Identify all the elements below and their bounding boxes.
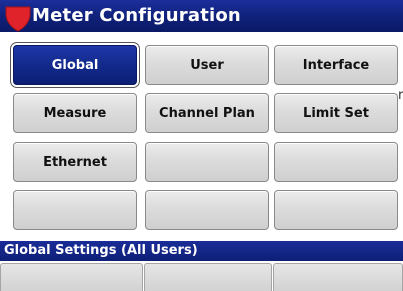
window-title: Meter Configuration [32,5,241,26]
limit-set-button[interactable]: Limit Set [274,93,398,133]
user-button[interactable]: User [145,45,269,85]
title-bar: Meter Configuration [0,0,403,32]
status-text: Global Settings (All Users) [4,243,198,258]
empty-button[interactable] [145,142,269,182]
empty-button[interactable] [13,190,137,230]
status-bar: Global Settings (All Users) [0,241,403,261]
softkey-1[interactable] [0,263,143,291]
ethernet-button[interactable]: Ethernet [13,142,137,182]
global-button[interactable]: Global [13,45,137,85]
interface-button[interactable]: Interface [274,45,398,85]
edge-text: r [398,88,403,103]
softkey-3[interactable] [273,263,403,291]
softkey-bar [0,261,403,291]
shield-icon [5,6,31,32]
measure-button[interactable]: Measure [13,93,137,133]
empty-button[interactable] [274,142,398,182]
empty-button[interactable] [274,190,398,230]
softkey-2[interactable] [144,263,272,291]
channel-plan-button[interactable]: Channel Plan [145,93,269,133]
empty-button[interactable] [145,190,269,230]
config-button-grid: Global User Interface Measure Channel Pl… [0,32,403,241]
